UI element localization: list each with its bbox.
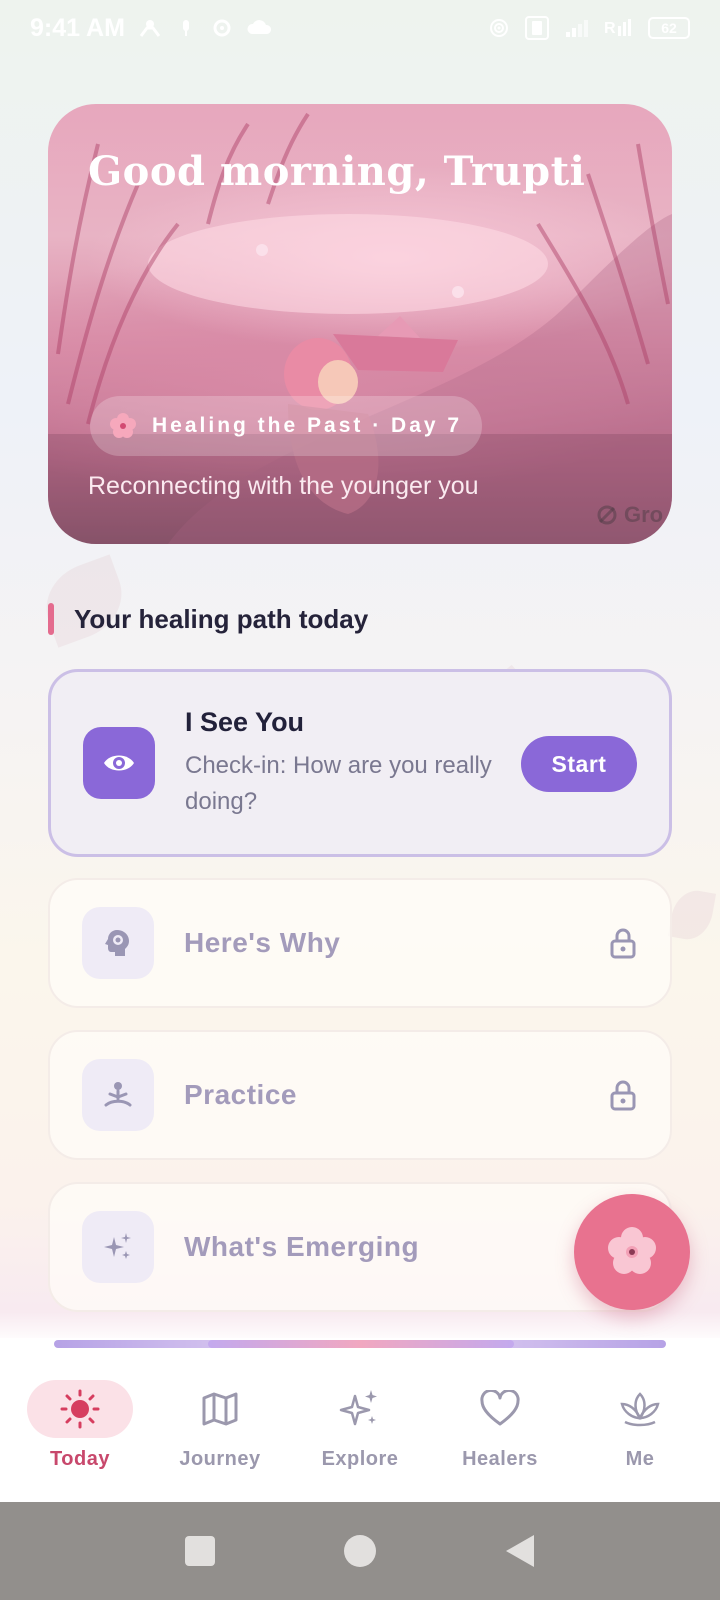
watermark: Gro [596,502,663,528]
nav-icon-wrap [27,1380,133,1438]
flower-icon [110,413,136,438]
step-subtitle: Check-in: How are you really doing? [185,751,492,815]
status-bar: 9:41 AM R 62 [0,0,720,56]
nav-label: Explore [321,1448,399,1470]
step-card-practice[interactable]: Practice [48,1030,672,1160]
back-triangle-icon [506,1535,534,1567]
nav-item-me[interactable]: Me [571,1380,709,1490]
cloud-icon [247,20,271,34]
nav-item-explore[interactable]: Explore [291,1380,429,1490]
battery-icon: 62 [648,17,690,39]
watermark-text: Gro [624,502,664,527]
progress-fill [208,1340,514,1348]
nav-icon-wrap [307,1380,413,1438]
eye-icon [104,755,134,771]
step-icon-box [82,1211,154,1283]
nav-label: Me [625,1448,655,1470]
nav-item-journey[interactable]: Journey [151,1380,289,1490]
back-button[interactable] [490,1521,550,1581]
step-text: What's Emerging [184,1231,419,1263]
step-text: I See You Check-in: How are you really d… [185,707,515,820]
roaming-icon: R [604,19,631,37]
meditation-icon [104,1082,132,1107]
program-label: Healing the Past · Day 7 [152,414,463,437]
sun-icon [60,1389,100,1429]
svg-text:R: R [604,20,616,37]
step-card-i-see-you[interactable]: I See You Check-in: How are you really d… [48,669,672,857]
recents-button[interactable] [170,1521,230,1581]
heart-icon [480,1390,520,1426]
home-button[interactable] [330,1521,390,1581]
lock-person-icon [139,20,161,37]
sparkles-icon [339,1390,377,1426]
signal-icon [566,20,588,37]
start-button[interactable]: Start [521,736,637,792]
section-accent-bar [48,603,54,635]
step-title: Here's Why [184,927,341,958]
status-time: 9:41 AM [30,13,125,42]
nav-icon-wrap [447,1380,553,1438]
step-title: What's Emerging [184,1231,420,1262]
step-title: Practice [184,1079,297,1110]
section-title: Your healing path today [74,603,369,634]
nav-item-healers[interactable]: Healers [431,1380,569,1490]
lotus-icon [620,1392,660,1427]
status-right: R 62 [488,15,690,41]
watermark-icon [597,505,617,525]
status-left: 9:41 AM [30,14,273,43]
vibrate-icon [525,16,549,40]
sparkle-icon [104,1233,131,1259]
hero-subtitle: Reconnecting with the younger you [88,472,479,500]
nav-item-today[interactable]: Today [11,1380,149,1490]
step-title: I See You [185,706,305,737]
step-icon-box [82,1059,154,1131]
section-header: Your healing path today [48,603,368,635]
flower-icon [608,1227,656,1274]
hotspot-icon [490,19,508,37]
lock-icon [610,928,636,959]
program-badge: Healing the Past · Day 7 [90,396,483,456]
nav-icon-wrap [167,1380,273,1438]
step-text: Here's Why [184,927,340,959]
step-icon-box [82,907,154,979]
battery-level: 62 [661,20,677,36]
step-card-heres-why[interactable]: Here's Why [48,878,672,1008]
background-petal [667,886,717,944]
nav-label: Journey [179,1448,261,1470]
bottom-nav: Today Journey Explore Healers Me [0,1380,720,1490]
lock-icon [610,1080,636,1111]
step-icon-box [83,727,155,799]
hero-banner[interactable]: Good morning, Trupti Healing the Past · … [48,104,672,544]
system-nav-bar [0,1502,720,1600]
nav-label: Healers [462,1448,538,1470]
flower-fab-button[interactable] [574,1194,690,1310]
greeting-title: Good morning, Trupti [88,148,586,195]
step-text: Practice [184,1079,297,1111]
nav-icon-wrap [587,1380,693,1438]
circle-icon [344,1535,376,1567]
nav-label: Today [50,1448,110,1470]
map-icon [202,1392,238,1426]
square-icon [185,1536,215,1566]
settings-icon [213,19,231,37]
mic-icon [182,20,189,36]
head-gear-icon [105,930,129,956]
